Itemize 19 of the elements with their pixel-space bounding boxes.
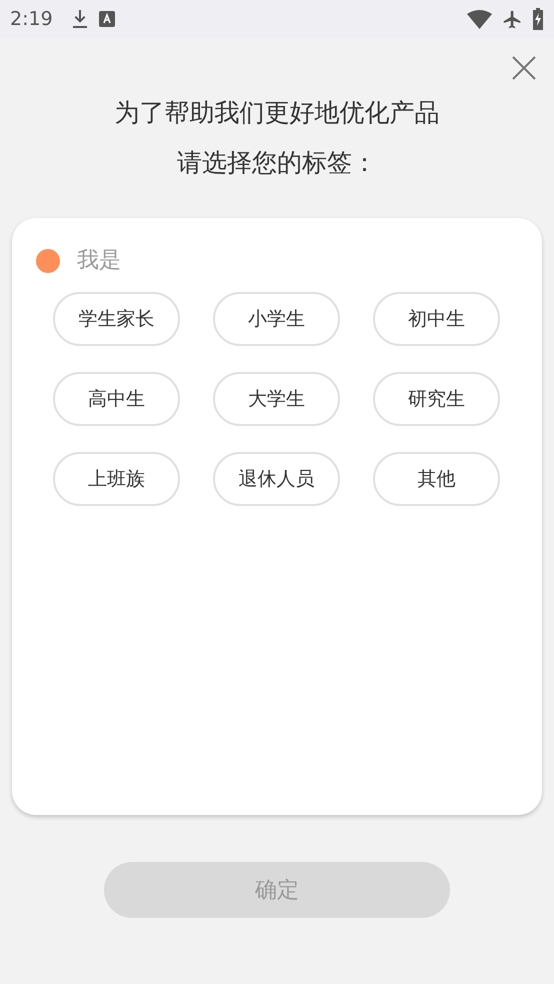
font-icon bbox=[98, 11, 115, 27]
battery-icon bbox=[532, 8, 544, 30]
status-time: 2:19 bbox=[10, 6, 53, 32]
download-icon bbox=[72, 9, 88, 29]
tag-chip[interactable]: 其他 bbox=[373, 452, 500, 506]
close-button[interactable] bbox=[510, 54, 538, 82]
title-text: 为了帮助我们更好地优化产品 bbox=[114, 97, 440, 129]
tag-chip[interactable]: 高中生 bbox=[53, 372, 180, 426]
tag-chip[interactable]: 初中生 bbox=[373, 292, 500, 346]
tag-chip[interactable]: 上班族 bbox=[53, 452, 180, 506]
airplane-icon bbox=[502, 8, 523, 30]
title-text: 请选择您的标签： bbox=[177, 147, 377, 179]
wifi-icon bbox=[467, 10, 492, 28]
tag-chip[interactable]: 大学生 bbox=[213, 372, 340, 426]
tag-chip[interactable]: 研究生 bbox=[373, 372, 500, 426]
section-label: 我是 bbox=[77, 247, 121, 275]
tag-chip[interactable]: 小学生 bbox=[213, 292, 340, 346]
tag-chip[interactable]: 学生家长 bbox=[53, 292, 180, 346]
tag-chip[interactable]: 退休人员 bbox=[213, 452, 340, 506]
